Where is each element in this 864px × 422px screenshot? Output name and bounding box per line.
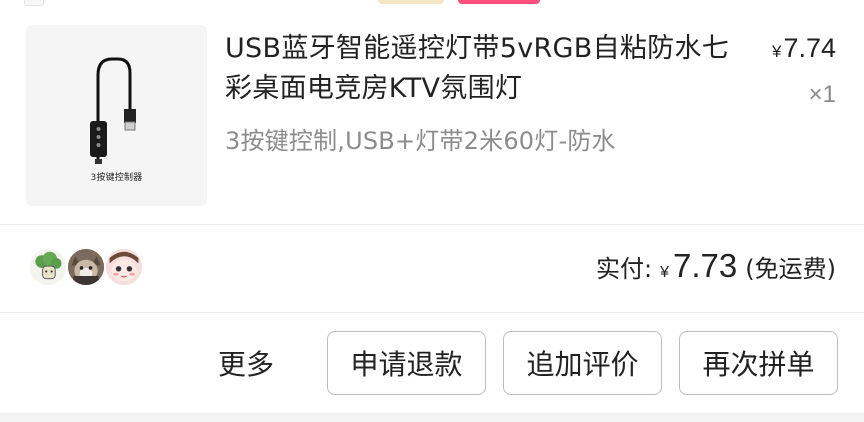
top-strip	[0, 0, 864, 8]
thumbnail-caption: 3按键控制器	[90, 173, 143, 183]
price-currency-symbol: ¥	[771, 42, 782, 61]
top-tag-gold	[378, 0, 444, 4]
refund-button[interactable]: 申请退款	[327, 331, 486, 395]
product-price: ¥7.74	[772, 33, 836, 64]
cartoon-face-avatar-icon	[104, 247, 144, 287]
payment-currency-symbol: ¥	[660, 264, 670, 281]
payment-summary: 实付: ¥ 7.73 (免运费)	[596, 247, 836, 287]
cat-avatar-icon	[66, 247, 106, 287]
product-thumbnail[interactable]: 3按键控制器	[26, 25, 207, 206]
product-spec: 3按键控制,USB+灯带2米60灯-防水	[225, 127, 616, 155]
payment-label: 实付:	[596, 255, 653, 283]
rebuy-button[interactable]: 再次拼单	[679, 331, 838, 395]
broccoli-avatar-icon	[28, 247, 68, 287]
top-tag-pink	[458, 0, 540, 4]
shipping-note: (免运费)	[745, 255, 836, 283]
add-review-button[interactable]: 追加评价	[503, 331, 662, 395]
price-value: 7.74	[783, 33, 836, 63]
more-button[interactable]: 更多	[218, 343, 274, 383]
divider	[0, 312, 864, 313]
top-checkbox[interactable]	[24, 0, 44, 6]
section-gap	[0, 413, 864, 422]
payment-amount: 7.73	[673, 247, 738, 284]
product-title[interactable]: USB蓝牙智能遥控灯带5vRGB自粘防水七彩桌面电竞房KTV氛围灯	[225, 29, 745, 109]
divider	[0, 224, 864, 225]
product-quantity: ×1	[808, 81, 836, 108]
